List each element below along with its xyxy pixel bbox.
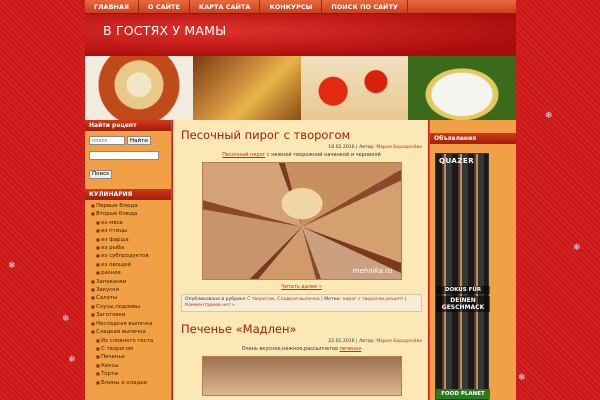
top-navigation: ГЛАВНАЯ О САЙТЕ КАРТА САЙТА КОНКУРСЫ ПОИ… xyxy=(85,0,516,14)
footer-categories[interactable]: С творогом, Сладкая выпечка xyxy=(247,297,320,302)
banner-image-tomatoes xyxy=(300,56,409,120)
footer-tags-label: Метки: xyxy=(324,297,341,302)
snowflake-icon: ❄ xyxy=(68,355,76,365)
category-item[interactable]: из фарша xyxy=(91,236,171,244)
category-item[interactable]: Блины и оладьи xyxy=(91,379,171,387)
recipe-search-form: Найти xyxy=(89,136,167,145)
category-item[interactable]: Салаты xyxy=(91,294,171,302)
post-lead: Очень вкусное,нежное,рассыпчатое печенье xyxy=(181,346,422,352)
post: Песочный пирог с творогом 18.02.2016 | А… xyxy=(181,128,422,312)
site-header: В ГОСТЯХ У МАМЫ xyxy=(85,14,516,56)
read-more-link[interactable]: Читать далее » xyxy=(181,284,422,290)
category-item[interactable]: Первые блюда xyxy=(91,202,171,210)
site-title[interactable]: В ГОСТЯХ У МАМЫ xyxy=(103,23,226,38)
recipe-search-input[interactable] xyxy=(89,136,125,145)
footer-tags[interactable]: пирог с творогом рецепт xyxy=(342,297,403,302)
ad-banner[interactable]: QUAZER DOKUS FÜR DEINEN GESCHMACK FOOD P… xyxy=(435,153,490,400)
cooking-title: КУЛИНАРИЯ xyxy=(85,189,171,200)
post-lead: Песочный пирог с нежной творожной начинк… xyxy=(181,152,422,158)
post-lead-link[interactable]: Песочный пирог xyxy=(222,152,265,158)
ad-footer: FOOD PLANET xyxy=(436,389,490,399)
category-list: Первые блюдаВторые блюдаиз мясаиз птицыи… xyxy=(85,200,171,387)
category-item[interactable]: из птицы xyxy=(91,227,171,235)
category-item[interactable]: Вторые блюда xyxy=(91,210,171,218)
nav-sitemap[interactable]: КАРТА САЙТА xyxy=(190,0,261,14)
post-meta: 18.02.2016 | Автор: Мария Бородачёва xyxy=(328,145,422,150)
author-label: Автор: xyxy=(359,145,375,150)
ad-brand: QUAZER xyxy=(439,157,475,165)
category-item[interactable]: Из слоеного теста xyxy=(91,337,171,345)
post-lead-text: Очень вкусное,нежное,рассыпчатое xyxy=(241,346,340,352)
post-author[interactable]: Мария Бородачёва xyxy=(376,145,422,150)
author-label: Автор: xyxy=(359,339,375,344)
post: Печенье «Мадлен» 22.01.2016 | Автор: Мар… xyxy=(181,322,422,396)
banner-image-salad xyxy=(408,56,516,120)
category-item[interactable]: Кексы xyxy=(91,362,171,370)
post-author[interactable]: Мария Бородачёва xyxy=(376,339,422,344)
image-watermark: mehnika.ru xyxy=(352,267,393,275)
nav-search[interactable]: ПОИСК ПО САЙТУ xyxy=(322,0,409,14)
find-recipe-title: Найти рецепт xyxy=(85,120,171,131)
category-item[interactable]: из овощей xyxy=(91,261,171,269)
category-item[interactable]: из рыбы xyxy=(91,244,171,252)
nav-contests[interactable]: КОНКУРСЫ xyxy=(260,0,323,14)
category-item[interactable]: Сладкая выпечка xyxy=(91,328,171,336)
category-item[interactable]: Запеканки xyxy=(91,278,171,286)
site-search-input[interactable] xyxy=(89,151,159,160)
snowflake-icon: ❄ xyxy=(573,243,581,253)
post-date: 22.01.2016 xyxy=(328,339,355,344)
post-footer: Опубликовано в рубрике С творогом, Сладк… xyxy=(181,294,422,312)
right-sidebar: Объявления QUAZER DOKUS FÜR DEINEN GESCH… xyxy=(429,120,516,400)
snowflake-icon: ❄ xyxy=(518,373,526,383)
post-meta: 22.01.2016 | Автор: Мария Бородачёва xyxy=(328,339,422,344)
footer-comments[interactable]: Комментариев нет » xyxy=(185,303,235,308)
post-lead-link[interactable]: печенье xyxy=(340,346,362,352)
banner-image-spaghetti xyxy=(192,56,301,120)
ads-title: Объявления xyxy=(430,133,516,144)
snowflake-icon: ❄ xyxy=(8,261,16,271)
category-item[interactable]: из субпродуктов xyxy=(91,252,171,260)
nav-home[interactable]: ГЛАВНАЯ xyxy=(85,0,140,14)
ad-text: DEINEN GESCHMACK xyxy=(436,296,490,312)
recipe-search-button[interactable]: Найти xyxy=(127,136,151,145)
category-item[interactable]: Печенье xyxy=(91,353,171,361)
post-title[interactable]: Песочный пирог с творогом xyxy=(181,128,422,142)
ad-text: DOKUS FÜR xyxy=(436,286,490,294)
post-image[interactable] xyxy=(201,356,402,396)
category-item[interactable]: Заготовки xyxy=(91,311,171,319)
header-banner xyxy=(85,56,516,120)
main-content: Песочный пирог с творогом 18.02.2016 | А… xyxy=(173,120,428,400)
post-lead-text: с нежной творожной начинкой и черникой xyxy=(265,152,381,158)
category-item[interactable]: Несладкая выпечка xyxy=(91,320,171,328)
category-item[interactable]: Соусы,подливы xyxy=(91,303,171,311)
left-sidebar: Найти рецепт Найти Поиск КУЛИНАРИЯ Первы… xyxy=(85,120,172,400)
footer-published: Опубликовано в рубрике xyxy=(185,297,246,302)
category-item[interactable]: Закуски xyxy=(91,286,171,294)
category-item[interactable]: Торты xyxy=(91,370,171,378)
category-item[interactable]: из мяса xyxy=(91,219,171,227)
banner-image-pasta xyxy=(85,56,193,120)
snowflake-icon: ❄ xyxy=(545,111,553,121)
category-item[interactable]: разное xyxy=(91,269,171,277)
site-search-button[interactable]: Поиск xyxy=(89,169,113,179)
snowflake-icon: ❄ xyxy=(62,314,70,324)
post-date: 18.02.2016 xyxy=(328,145,355,150)
category-item[interactable]: С творогом xyxy=(91,345,171,353)
post-image[interactable]: mehnika.ru xyxy=(201,162,402,280)
post-title[interactable]: Печенье «Мадлен» xyxy=(181,322,422,336)
nav-about[interactable]: О САЙТЕ xyxy=(139,0,190,14)
site-search-form: Поиск xyxy=(89,151,167,179)
